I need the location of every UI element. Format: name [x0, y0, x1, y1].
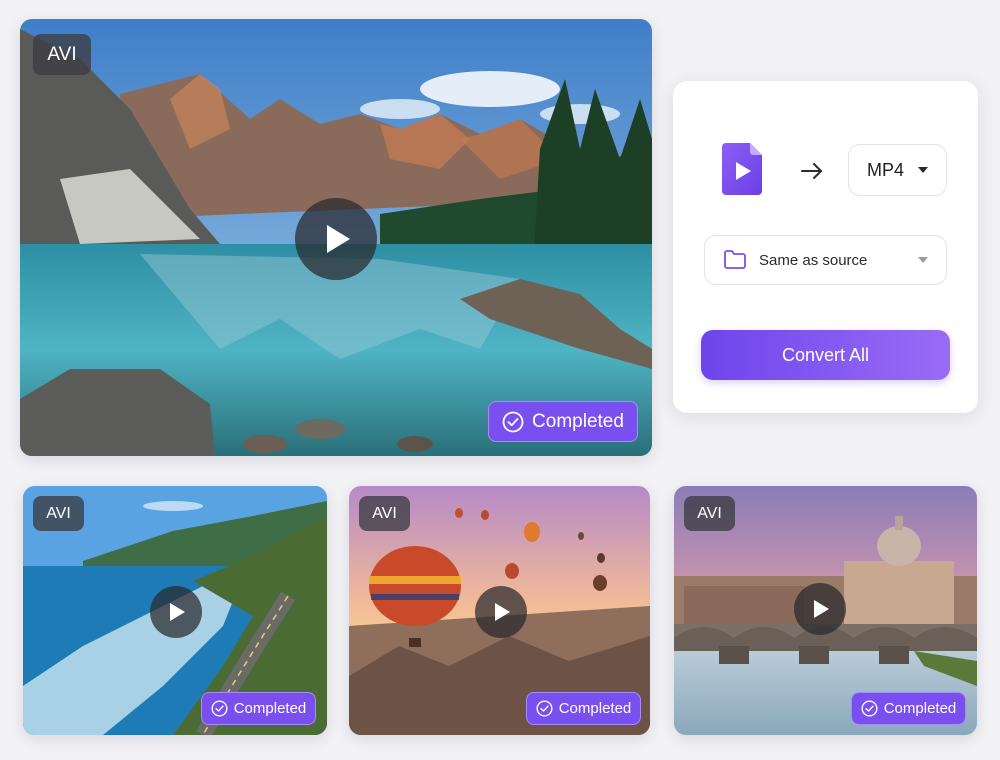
output-folder-label: Same as source	[759, 251, 868, 269]
status-label: Completed	[532, 410, 624, 432]
target-format-select[interactable]: MP4	[848, 144, 947, 196]
format-badge: AVI	[359, 496, 410, 531]
status-badge: Completed	[851, 692, 966, 725]
play-button[interactable]	[794, 583, 846, 635]
check-circle-icon	[502, 411, 524, 432]
status-label: Completed	[883, 700, 957, 717]
check-circle-icon	[536, 700, 553, 717]
status-badge: Completed	[526, 692, 641, 725]
play-icon	[327, 225, 350, 253]
play-button[interactable]	[150, 586, 202, 638]
video-card-main[interactable]: AVI Completed	[20, 19, 652, 456]
format-badge: AVI	[33, 34, 91, 75]
play-icon	[814, 600, 829, 618]
status-label: Completed	[233, 700, 307, 717]
status-badge: Completed	[488, 401, 638, 442]
status-badge: Completed	[201, 692, 316, 725]
video-card[interactable]: AVI Completed	[674, 486, 977, 735]
output-folder-select[interactable]: Same as source	[704, 235, 947, 285]
video-file-icon	[722, 143, 762, 195]
play-button[interactable]	[295, 198, 377, 280]
check-circle-icon	[861, 700, 878, 717]
format-badge: AVI	[684, 496, 735, 531]
format-badge: AVI	[33, 496, 84, 531]
video-card[interactable]: AVI Completed	[23, 486, 327, 735]
play-button[interactable]	[475, 586, 527, 638]
play-icon	[495, 603, 510, 621]
folder-icon	[724, 250, 746, 269]
play-icon	[170, 603, 185, 621]
caret-down-icon	[918, 257, 928, 263]
arrow-right-icon	[801, 163, 822, 179]
video-card[interactable]: AVI Completed	[349, 486, 650, 735]
target-format-label: MP4	[866, 159, 904, 180]
caret-down-icon	[918, 167, 928, 173]
convert-all-button[interactable]: Convert All	[701, 330, 950, 380]
converter-panel: MP4 Same as source Convert All	[673, 81, 978, 413]
status-label: Completed	[558, 700, 632, 717]
check-circle-icon	[211, 700, 228, 717]
